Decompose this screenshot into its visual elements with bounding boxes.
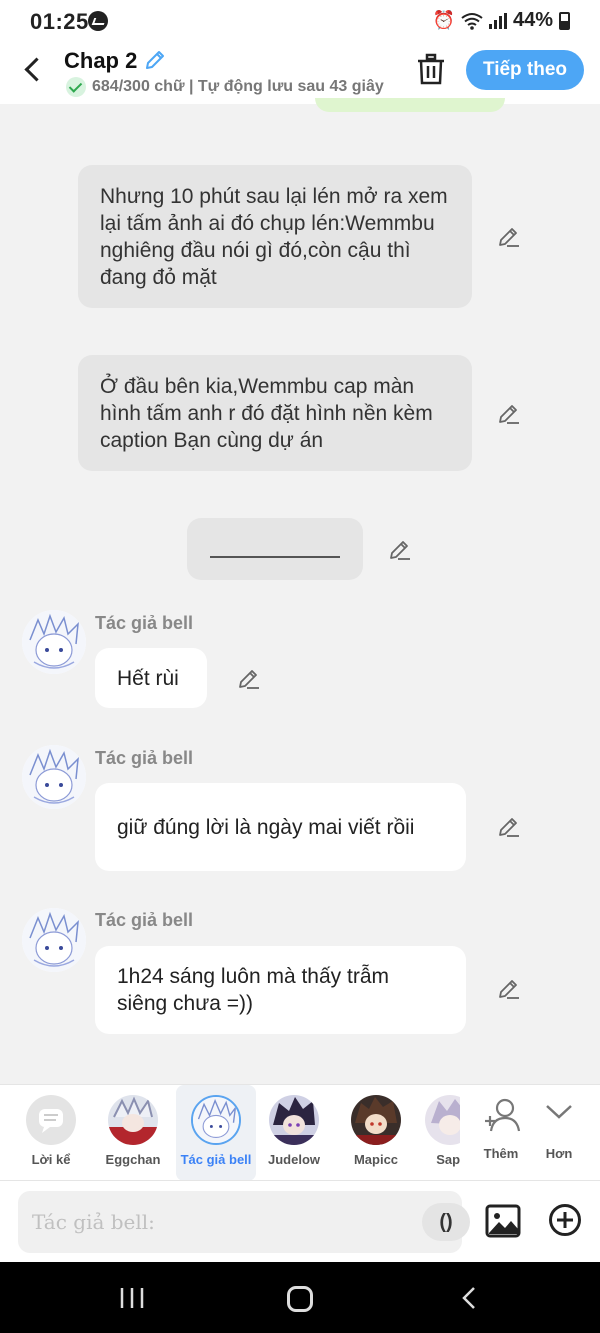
- alarm-icon: ⏰: [432, 10, 455, 30]
- character-label: Mapicc: [353, 1152, 399, 1167]
- character-judelow[interactable]: Judelow: [254, 1085, 334, 1181]
- message-text: Nhưng 10 phút sau lại lén mở ra xem lại …: [100, 184, 448, 289]
- system-nav-bar: [0, 1262, 600, 1333]
- character-sapi[interactable]: Sapi: [410, 1085, 460, 1181]
- message-input[interactable]: [32, 1191, 392, 1253]
- character-bubble[interactable]: giữ đúng lời là ngày mai viết rồii: [95, 783, 466, 871]
- character-avatar: [269, 1095, 319, 1145]
- edit-pencil-icon[interactable]: [497, 224, 521, 248]
- next-button[interactable]: Tiếp theo: [466, 50, 584, 90]
- back-button[interactable]: [18, 54, 50, 86]
- character-label: Eggchan: [105, 1152, 161, 1167]
- add-icon[interactable]: [548, 1203, 582, 1237]
- edit-pencil-icon[interactable]: [388, 537, 412, 561]
- author-avatar: [22, 908, 86, 972]
- character-label: Judelow: [267, 1152, 320, 1167]
- character-label: Lời kể: [31, 1152, 71, 1167]
- edit-pencil-icon[interactable]: [237, 666, 261, 690]
- character-selector: Lời kể Eggchan Tác giả bell Judelow Mapi…: [0, 1084, 600, 1181]
- character-label: Sapi: [436, 1152, 460, 1167]
- image-icon[interactable]: [485, 1203, 521, 1239]
- previous-message-bubble[interactable]: [315, 98, 505, 112]
- check-icon: [66, 77, 86, 97]
- status-time: 01:25: [30, 9, 89, 34]
- character-avatar: [108, 1095, 158, 1145]
- battery-icon: [559, 11, 570, 30]
- save-status: 684/300 chữ | Tự động lưu sau 43 giây: [66, 77, 396, 97]
- narration-bubble[interactable]: Nhưng 10 phút sau lại lén mở ra xem lại …: [78, 165, 472, 308]
- wifi-icon: [461, 12, 483, 30]
- more-button[interactable]: Hơn: [519, 1085, 599, 1181]
- narration-icon: [26, 1095, 76, 1145]
- character-list[interactable]: Lời kể Eggchan Tác giả bell Judelow Mapi…: [0, 1085, 460, 1181]
- chapter-title: Chap 2: [64, 48, 138, 73]
- more-label: Hơn: [545, 1146, 573, 1161]
- character-mapicc[interactable]: Mapicc: [336, 1085, 416, 1181]
- character-avatar: [191, 1095, 241, 1145]
- editor-header: Chap 2 684/300 chữ | Tự động lưu sau 43 …: [0, 44, 600, 104]
- trash-button[interactable]: [416, 52, 446, 86]
- parenthesis-button[interactable]: (): [422, 1203, 470, 1241]
- message-text: giữ đúng lời là ngày mai viết rồii: [117, 815, 415, 839]
- message-text: Hết rùi: [117, 666, 179, 690]
- back-nav-icon[interactable]: [458, 1286, 482, 1310]
- character-avatar: [425, 1095, 460, 1145]
- edit-title-icon[interactable]: [143, 48, 167, 72]
- narration-bubble[interactable]: Ở đầu bên kia,Wemmbu cap màn hình tấm an…: [78, 355, 472, 471]
- character-bubble[interactable]: 1h24 sáng luôn mà thấy trẫm siêng chưa =…: [95, 946, 466, 1034]
- divider-bubble[interactable]: [187, 518, 363, 580]
- author-name: Tác giả bell: [95, 748, 194, 768]
- message-input-container: (): [18, 1191, 470, 1253]
- author-name: Tác giả bell: [95, 910, 194, 930]
- message-text: 1h24 sáng luôn mà thấy trẫm siêng chưa =…: [117, 965, 389, 1015]
- edit-pencil-icon[interactable]: [497, 976, 521, 1000]
- home-icon[interactable]: [287, 1286, 313, 1312]
- character-bubble[interactable]: Hết rùi: [95, 648, 207, 708]
- word-count-autosave: 684/300 chữ | Tự động lưu sau 43 giây: [92, 78, 384, 95]
- edit-pencil-icon[interactable]: [497, 814, 521, 838]
- author-avatar: [22, 745, 86, 809]
- author-avatar: [22, 610, 86, 674]
- status-icons: ⏰ 44%: [433, 9, 570, 32]
- battery-percent: 44%: [512, 9, 553, 31]
- character-label: Tác giả bell: [180, 1152, 252, 1167]
- character-eggchan[interactable]: Eggchan: [93, 1085, 173, 1181]
- character-tac-gia-bell[interactable]: Tác giả bell: [176, 1085, 256, 1181]
- divider-line: [210, 556, 340, 558]
- character-narration[interactable]: Lời kể: [11, 1085, 91, 1181]
- status-bar: 01:25 ⏰ 44%: [0, 0, 600, 44]
- add-user-icon: [485, 1098, 521, 1132]
- signal-icon: [488, 12, 507, 29]
- character-avatar: [351, 1095, 401, 1145]
- edit-pencil-icon[interactable]: [497, 401, 521, 425]
- composer-bar: (): [0, 1180, 600, 1262]
- messenger-icon: [88, 11, 108, 31]
- chevron-down-icon: [546, 1105, 572, 1119]
- message-text: Ở đầu bên kia,Wemmbu cap màn hình tấm an…: [100, 374, 433, 452]
- recent-apps-icon[interactable]: [118, 1286, 146, 1310]
- author-name: Tác giả bell: [95, 613, 194, 633]
